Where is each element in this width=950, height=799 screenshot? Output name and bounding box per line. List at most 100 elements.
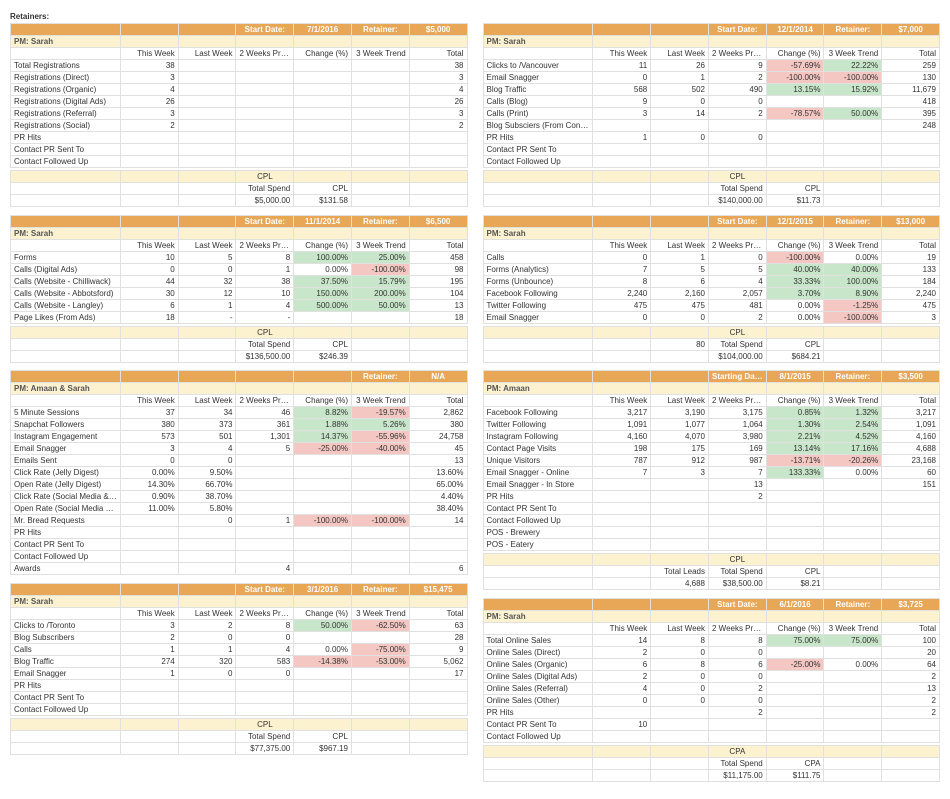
cell-trend	[824, 646, 882, 658]
footer-values: $77,375.00$967.19	[11, 742, 468, 754]
cell-last-week	[178, 60, 236, 72]
data-row: Unique Visitors787912987-13.71%-20.26%23…	[483, 455, 940, 467]
cell-last-week: 5	[178, 251, 236, 263]
metric-name: Online Sales (Digital Ads)	[483, 670, 593, 682]
start-date-value: 8/1/2015	[766, 371, 824, 383]
data-row: Click Rate (Social Media & PR Tips)0.90%…	[11, 491, 468, 503]
cell-change: -25.00%	[294, 443, 352, 455]
cell-last-week: 1	[178, 643, 236, 655]
cell-this-week	[593, 144, 651, 156]
cell-two-weeks	[236, 539, 294, 551]
cell-trend	[824, 670, 882, 682]
cell-last-week: 4	[178, 443, 236, 455]
cell-last-week: 2,160	[651, 287, 709, 299]
cell-last-week: 8	[651, 634, 709, 646]
metric-name: Contact Followed Up	[11, 551, 121, 563]
cell-this-week: 0	[120, 455, 178, 467]
cell-trend	[351, 120, 409, 132]
footer-header: CPL	[11, 171, 468, 183]
total-leads-label: Total Leads	[651, 566, 709, 578]
pm-label: PM: Sarah	[11, 595, 121, 607]
data-row: PR Hits2	[483, 491, 940, 503]
cell-last-week: 373	[178, 419, 236, 431]
total-leads-value: 4,688	[651, 578, 709, 590]
cell-this-week: 380	[120, 419, 178, 431]
pm-label: PM: Sarah	[483, 227, 593, 239]
cell-two-weeks: 2	[708, 72, 766, 84]
cell-total: 395	[882, 108, 940, 120]
cell-total: 1,091	[882, 419, 940, 431]
start-date-value: 7/1/2016	[294, 24, 352, 36]
data-row: Mr. Bread Requests01-100.00%-100.00%14	[11, 515, 468, 527]
cell-change: 0.85%	[766, 407, 824, 419]
metric-name: PR Hits	[11, 527, 121, 539]
total-spend-value: $136,500.00	[236, 350, 294, 362]
cell-trend	[351, 551, 409, 563]
col-this-week: This Week	[120, 48, 178, 60]
metric-name: Online Sales (Other)	[483, 694, 593, 706]
cell-trend	[351, 527, 409, 539]
cell-this-week: 3	[593, 108, 651, 120]
cell-total: 64	[882, 658, 940, 670]
col-two-weeks: 2 Weeks Previous	[708, 48, 766, 60]
data-row: Calls (Website - Chilliwack)44323837.50%…	[11, 275, 468, 287]
cell-two-weeks	[708, 527, 766, 539]
cell-two-weeks: 987	[708, 455, 766, 467]
retainer-value: $15,475	[409, 583, 467, 595]
col-trend: 3 Week Trend	[351, 239, 409, 251]
cell-last-week	[178, 679, 236, 691]
total-spend-value: $11,175.00	[708, 769, 766, 781]
cell-two-weeks: 2	[708, 491, 766, 503]
footer-val-label: CPA	[766, 757, 824, 769]
block-header: Retainer:N/A	[11, 371, 468, 383]
retainer-label: Retainer:	[351, 215, 409, 227]
cell-two-weeks: 6	[708, 658, 766, 670]
data-row: Total Registrations3838	[11, 60, 468, 72]
cell-two-weeks	[236, 703, 294, 715]
cell-trend	[351, 60, 409, 72]
cell-last-week	[178, 120, 236, 132]
cell-trend: -20.26%	[824, 455, 882, 467]
metric-name: Click Rate (Jelly Digest)	[11, 467, 121, 479]
cell-last-week	[178, 144, 236, 156]
metric-name: Open Rate (Social Media & PR Tips)	[11, 503, 121, 515]
cell-two-weeks: 0	[708, 670, 766, 682]
cell-two-weeks	[236, 455, 294, 467]
cell-this-week: 0	[593, 694, 651, 706]
metric-name: Facebook Following	[483, 287, 593, 299]
cell-last-week	[651, 491, 709, 503]
footer-labels: Total LeadsTotal SpendCPL	[483, 566, 940, 578]
cell-two-weeks: 4	[236, 299, 294, 311]
cell-two-weeks	[236, 72, 294, 84]
footer-values: $136,500.00$246.39	[11, 350, 468, 362]
cell-change: 500.00%	[294, 299, 352, 311]
col-total: Total	[409, 395, 467, 407]
cell-last-week: 502	[651, 84, 709, 96]
cell-trend	[824, 120, 882, 132]
cell-last-week: 4,070	[651, 431, 709, 443]
footer-val-label: CPL	[294, 730, 352, 742]
cell-two-weeks	[236, 551, 294, 563]
cell-change	[766, 730, 824, 742]
cell-trend	[824, 503, 882, 515]
start-date-value: 6/1/2016	[766, 598, 824, 610]
cell-trend: -100.00%	[824, 311, 882, 323]
data-row: Twitter Following4754754810.00%-1.25%475	[483, 299, 940, 311]
cell-total: 13	[409, 299, 467, 311]
metric-name: Contact Followed Up	[11, 703, 121, 715]
metric-name: Email Snagger - In Store	[483, 479, 593, 491]
data-row: Contact Followed Up	[11, 703, 468, 715]
cell-change	[294, 679, 352, 691]
cell-this-week: 0	[120, 263, 178, 275]
cell-this-week	[593, 503, 651, 515]
cell-trend: -1.25%	[824, 299, 882, 311]
metric-name: Contact Followed Up	[483, 730, 593, 742]
cell-total: 3	[409, 72, 467, 84]
cell-total: 4.40%	[409, 491, 467, 503]
footer-type: CPL	[236, 718, 294, 730]
total-spend-value: $104,000.00	[708, 350, 766, 362]
cell-this-week: 573	[120, 431, 178, 443]
cell-trend	[351, 503, 409, 515]
total-spend-label: Total Spend	[708, 183, 766, 195]
cell-change: -25.00%	[766, 658, 824, 670]
